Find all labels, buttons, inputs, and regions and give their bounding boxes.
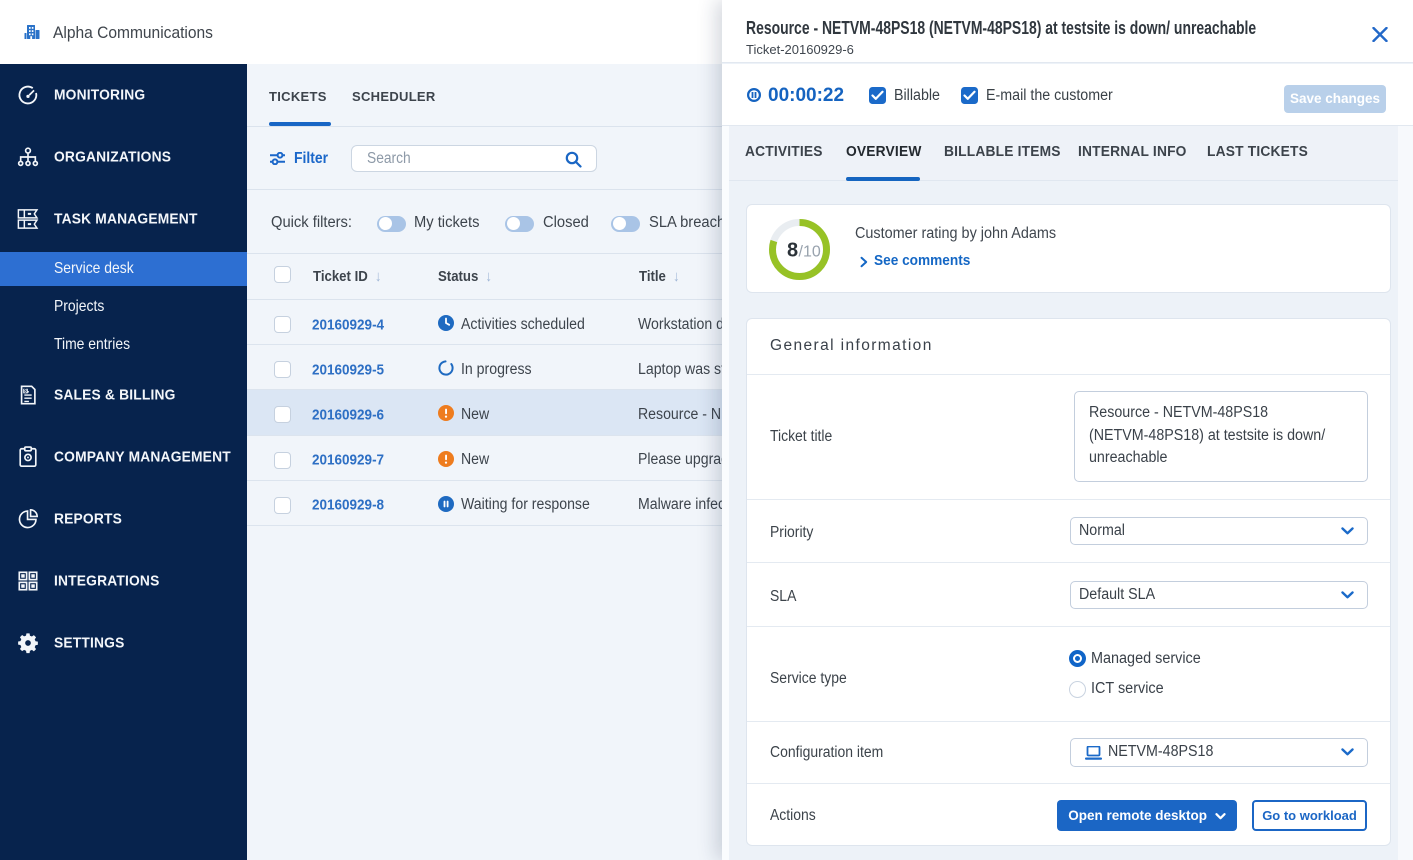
svg-text:8: 8 xyxy=(787,240,798,262)
svg-text:$: $ xyxy=(24,389,27,395)
svg-text:/10: /10 xyxy=(799,244,821,261)
